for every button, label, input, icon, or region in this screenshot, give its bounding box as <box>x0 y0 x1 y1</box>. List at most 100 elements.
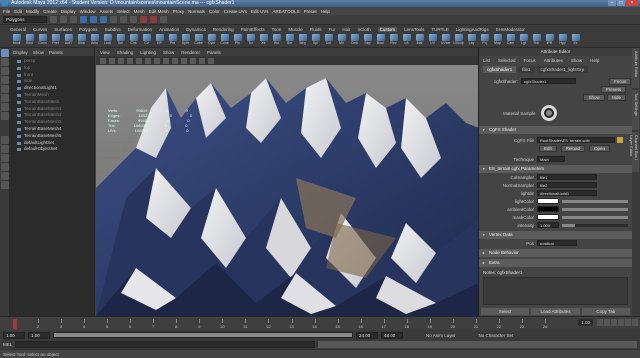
go-to-end-icon[interactable] <box>632 319 638 326</box>
snap-point-icon[interactable] <box>130 16 137 23</box>
outliner-item[interactable]: side <box>10 78 94 85</box>
menu-modify[interactable]: Modify <box>26 9 39 14</box>
attr-menu-attributes[interactable]: Attributes <box>544 58 563 63</box>
outliner-item[interactable]: TerrainMesh <box>10 92 94 99</box>
shelf-button-cmb[interactable]: Cmb <box>350 34 359 45</box>
render-settings-icon[interactable] <box>160 16 167 23</box>
shelf-button-cv[interactable]: CV <box>142 34 151 45</box>
go-to-start-icon[interactable] <box>597 319 603 326</box>
shelf-button-cam[interactable]: Cam <box>506 34 515 45</box>
minimize-button[interactable]: – <box>608 0 616 6</box>
color-slider[interactable] <box>562 199 628 203</box>
step-back-icon[interactable] <box>604 319 610 326</box>
shelf-tab-shnmoderator[interactable]: SHnModerator <box>496 27 525 32</box>
attr-menu-selected[interactable]: Selected <box>498 58 516 63</box>
shelf-tab-polygons[interactable]: Polygons <box>79 27 98 32</box>
presets-button[interactable]: Presets <box>600 86 626 93</box>
param-field[interactable]: file1 <box>537 174 597 180</box>
outliner-item[interactable]: persp <box>10 58 94 65</box>
attr-menu-show[interactable]: Show <box>571 58 582 63</box>
shelf-button-rev[interactable]: Rev <box>389 34 398 45</box>
wireframe-icon[interactable] <box>154 57 160 64</box>
attr-menu-help[interactable]: Help <box>590 58 599 63</box>
shelf-button-lft[interactable]: Lft <box>402 34 411 45</box>
menu-file[interactable]: File <box>3 9 10 14</box>
end-time-field[interactable]: 48.00 <box>381 331 403 339</box>
hypershade-layout-icon[interactable] <box>1 172 9 180</box>
notes-textarea[interactable] <box>483 277 628 305</box>
menu-help[interactable]: Help <box>321 9 330 14</box>
shelf-button-bvl[interactable]: Bvl <box>272 34 281 45</box>
move-tool-icon[interactable] <box>1 76 9 84</box>
color-swatch[interactable] <box>537 214 559 220</box>
shelf-tab-curves[interactable]: Curves <box>33 27 47 32</box>
color-slider[interactable] <box>562 215 628 219</box>
close-button[interactable]: × <box>626 0 638 6</box>
menu-normals[interactable]: Normals <box>188 9 205 14</box>
textured-icon[interactable] <box>172 57 178 64</box>
side-tab-attribute-editor[interactable]: Attribute Editor <box>632 48 639 88</box>
camera-icon[interactable] <box>100 57 106 64</box>
menu-display[interactable]: Display <box>61 9 76 14</box>
shelf-tab-subdivs[interactable]: Subdivs <box>105 27 121 32</box>
shelf-button-recl[interactable]: Recl <box>25 34 34 45</box>
shelf-button-mat[interactable]: Mat <box>415 34 424 45</box>
menu-preset[interactable]: Preset <box>304 9 317 14</box>
shelf-tab-toon[interactable]: Toon <box>272 27 282 32</box>
lasso-tool-icon[interactable] <box>1 58 9 66</box>
menu-create[interactable]: Create <box>43 9 57 14</box>
load-attributes-button[interactable]: Load Attributes <box>531 308 580 315</box>
menu-assets[interactable]: Assets <box>100 9 114 14</box>
side-tab-channel-box-layer-editor[interactable]: Channel Box / Layer Editor <box>629 132 639 172</box>
four-pane-layout-icon[interactable] <box>1 145 9 153</box>
anim-layer-dropdown[interactable]: No Anim Layer <box>426 333 456 338</box>
manipulator-icon[interactable] <box>1 103 9 111</box>
shelf-button-hyp[interactable]: Hyp <box>558 34 567 45</box>
attr-tab-file1[interactable]: file1 <box>518 66 535 73</box>
shelf-tab-painteffects[interactable]: PaintEffects <box>241 27 265 32</box>
outliner-layout-icon[interactable] <box>1 181 9 189</box>
range-bar[interactable] <box>53 332 353 338</box>
smooth-shade-icon[interactable] <box>163 57 169 64</box>
shelf-button-ipr[interactable]: IPR <box>545 34 554 45</box>
select-tool-icon[interactable] <box>1 49 9 57</box>
menu-mesh[interactable]: Mesh <box>134 9 145 14</box>
menu-edit[interactable]: Edit <box>14 9 22 14</box>
shelf-button-map[interactable]: Map <box>493 34 502 45</box>
play-back-icon[interactable] <box>611 319 617 326</box>
persp-graph-layout-icon[interactable] <box>1 163 9 171</box>
shelf-tab-deformation[interactable]: Deformation <box>128 27 153 32</box>
bookmark-icon[interactable] <box>109 57 115 64</box>
outliner-item[interactable]: TerrainBaseMesh4 <box>10 126 94 133</box>
side-tab-tool-settings[interactable]: Tool Settings <box>632 90 639 130</box>
maximize-button[interactable]: □ <box>617 0 625 6</box>
shelf-button-uvcop[interactable]: UVcop <box>453 34 464 45</box>
shelf-button-tor[interactable]: Tor <box>246 34 255 45</box>
shelf-tab-hair[interactable]: Hair <box>342 27 350 32</box>
shelf-button-conn[interactable]: Conn <box>38 34 47 45</box>
shelf-button-mir[interactable]: Mir <box>337 34 346 45</box>
shelf-button-ep[interactable]: EP <box>155 34 164 45</box>
select-object-icon[interactable] <box>90 16 97 23</box>
menu-edit-uvs[interactable]: Edit UVs <box>251 9 269 14</box>
shelf-button-uvsel[interactable]: UVsel <box>441 34 450 45</box>
attr-tab-cgfxshader1-lightgrp[interactable]: cgfxShader1_lightGrp <box>536 66 589 73</box>
shelf-button-cyln[interactable]: Cyln <box>207 34 216 45</box>
ipr-render-icon[interactable] <box>150 16 157 23</box>
outliner-menu-panels[interactable]: Panels <box>49 50 63 55</box>
paint-select-icon[interactable] <box>1 67 9 75</box>
select-hierarchy-icon[interactable] <box>80 16 87 23</box>
outliner-item[interactable]: defaultObjectSet <box>10 146 94 153</box>
resolution-gate-icon[interactable] <box>145 57 151 64</box>
outliner-menu-display[interactable]: Display <box>13 50 28 55</box>
outliner-item[interactable]: TerrainBaseMesh3 <box>10 119 94 126</box>
perspective-viewport[interactable]: View Shading Lighting Show Renderer Panels <box>96 48 479 316</box>
param-field[interactable]: file2 <box>537 182 597 188</box>
parameters-section[interactable]: ES_terrain.cgfx Parameters <box>479 165 632 173</box>
shelf-button-sm[interactable]: Sm <box>285 34 294 45</box>
shelf-tab-turtle[interactable]: TURTLE <box>431 27 448 32</box>
outliner-item[interactable]: TerrainBaseMesh1 <box>10 106 94 113</box>
vertex-pos-field[interactable]: position <box>537 240 577 246</box>
color-slider[interactable] <box>562 207 628 211</box>
menuset-dropdown[interactable]: Polygons <box>3 16 47 23</box>
